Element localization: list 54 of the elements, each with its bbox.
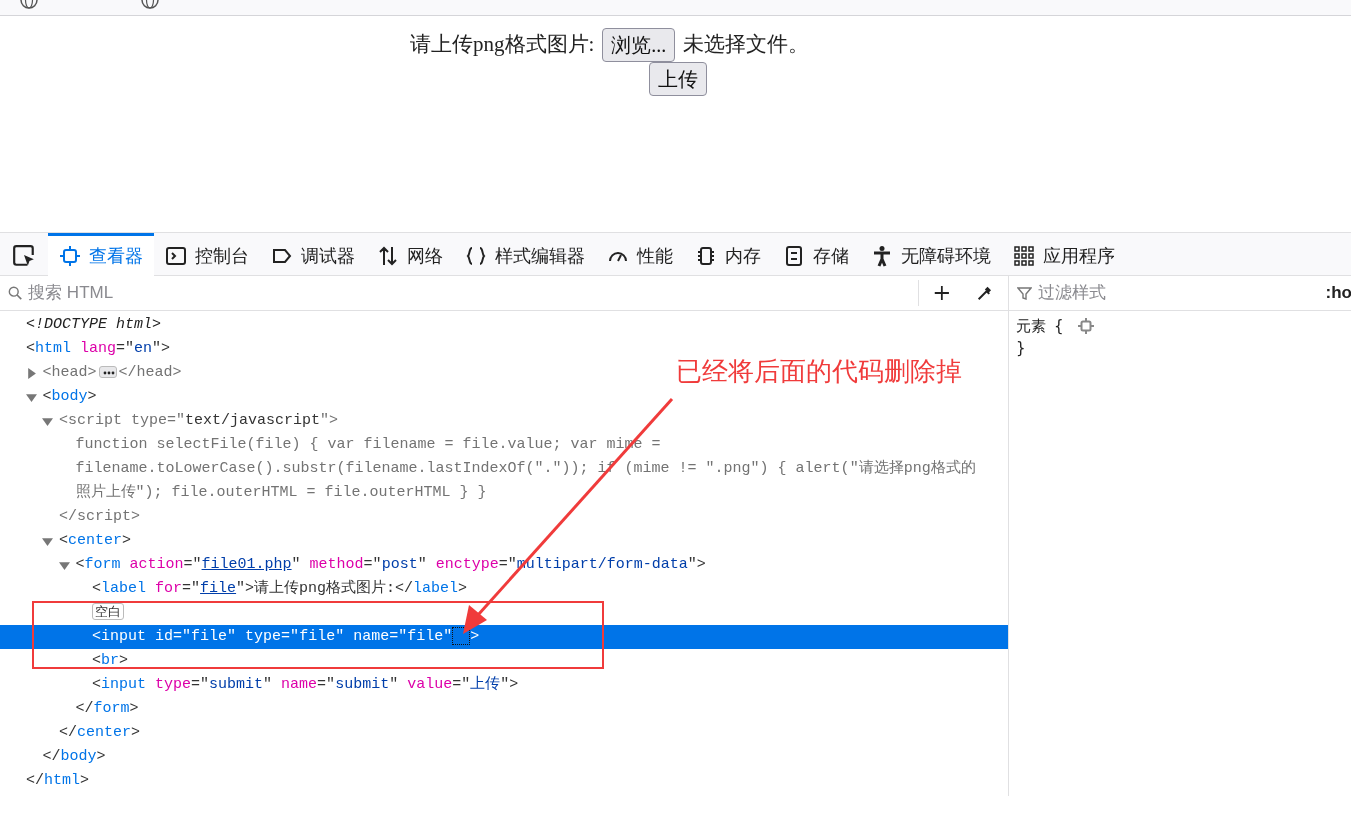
file-status: 未选择文件。 — [683, 31, 810, 59]
devtools-tab[interactable]: 调试器 — [260, 233, 366, 276]
code-line[interactable]: </center> — [0, 721, 141, 745]
brace: } — [1016, 339, 1026, 357]
crosshair-icon[interactable] — [1077, 318, 1094, 334]
chip-icon — [695, 245, 717, 267]
browse-button[interactable]: 浏览... — [602, 28, 676, 62]
code-line[interactable]: <html lang="en"> — [0, 337, 171, 361]
devtools-tab[interactable]: 应用程序 — [1002, 233, 1126, 276]
expanded-arrow-icon[interactable] — [42, 415, 53, 427]
arrows-icon — [377, 245, 399, 267]
grid-icon — [1013, 245, 1035, 267]
code-line[interactable]: </form> — [0, 697, 139, 721]
devtools-tab[interactable]: 存储 — [772, 233, 860, 276]
devtools-tab[interactable]: 性能 — [596, 233, 684, 276]
brace: { — [1054, 316, 1064, 337]
collapsed-arrow-icon[interactable] — [25, 367, 37, 379]
braces-icon — [465, 245, 487, 267]
code-line[interactable]: <!DOCTYPE html> — [0, 313, 162, 337]
whitespace-badge[interactable]: 空白 — [0, 601, 124, 625]
search-field[interactable]: 搜索 HTML — [26, 279, 904, 307]
code-line[interactable]: <center> — [0, 529, 132, 553]
code-line[interactable]: <label for="file">请上传png格式图片:</label> — [0, 577, 468, 601]
filter-icon — [1017, 285, 1032, 301]
ellipsis-icon[interactable] — [98, 366, 117, 379]
hover-toggle[interactable]: :ho — [1325, 280, 1351, 306]
devtools-tab[interactable]: 内存 — [684, 233, 772, 276]
upload-button[interactable]: 上传 — [649, 62, 707, 96]
devtools-tab[interactable]: 网络 — [366, 233, 454, 276]
devtools-tab[interactable]: 无障碍环境 — [860, 233, 1002, 276]
devtools-tab[interactable]: 控制台 — [154, 233, 260, 276]
filter-field[interactable]: 过滤样式 — [1036, 279, 1286, 307]
devtools-tab[interactable]: 样式编辑器 — [454, 233, 596, 276]
code-line[interactable]: <body> — [0, 385, 97, 409]
search-icon — [8, 285, 23, 301]
console-icon — [165, 245, 187, 267]
expanded-arrow-icon[interactable] — [42, 535, 53, 547]
expanded-arrow-icon[interactable] — [58, 559, 70, 571]
code-line[interactable]: <br> — [0, 649, 129, 673]
add-icon[interactable] — [932, 283, 951, 303]
code-line[interactable]: <head> </head> — [0, 361, 182, 385]
inspector-icon — [59, 245, 81, 267]
annotation-text: 已经将后面的代码删除掉 — [676, 358, 962, 384]
person-icon — [871, 245, 893, 267]
code-line[interactable]: <input type="submit" name="submit" value="上传"> — [0, 673, 519, 697]
code-line[interactable]: <script type="text/javascript"> — [0, 409, 339, 433]
code-line[interactable]: </script> — [0, 505, 140, 529]
form-label: 请上传png格式图片: — [410, 31, 595, 59]
code-line[interactable]: </html> — [0, 769, 90, 793]
storage-icon — [783, 245, 805, 267]
devtools-tab[interactable]: 查看器 — [48, 233, 154, 276]
rule-selector: 元素 — [1016, 316, 1046, 337]
code-line[interactable]: </body> — [0, 745, 106, 769]
expanded-arrow-icon[interactable] — [25, 391, 37, 403]
